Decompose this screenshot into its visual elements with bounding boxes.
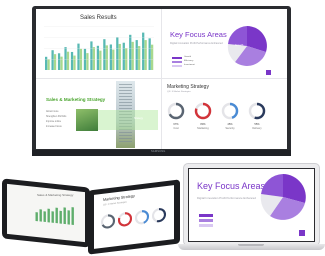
- legend-swatch: [172, 57, 182, 59]
- marketing-rings: [167, 102, 266, 120]
- tablet-bar: [55, 207, 58, 224]
- sales-bar: [148, 38, 151, 70]
- key-focus-subtitle: Digital Innovation Profit Performance En…: [170, 42, 223, 45]
- sales-bar: [45, 56, 48, 70]
- brand-logo: SAMSUNG: [151, 150, 166, 153]
- sales-marketing-title: Sales & Marketing Strategy: [46, 97, 106, 102]
- pie-slice: [261, 174, 283, 197]
- legend-swatch: [172, 65, 182, 67]
- key-focus-pie-chart: Growth: [227, 26, 267, 66]
- sales-bar: [99, 50, 102, 70]
- sales-bar: [86, 53, 89, 70]
- slide-badge: [299, 230, 305, 236]
- ring-value: 67%: [173, 123, 179, 126]
- key-focus-title: Key Focus Areas: [170, 30, 227, 39]
- sales-bar: [64, 47, 67, 70]
- ring-label: Delivery: [252, 127, 262, 130]
- legend-swatch: [172, 61, 182, 63]
- tablet-bar: [47, 208, 50, 223]
- tablet-bar: [51, 211, 54, 223]
- tablet-left-title: Sales & Marketing Strategy: [37, 193, 74, 197]
- sales-bar: [122, 42, 125, 70]
- sales-bar: [90, 41, 93, 70]
- sales-bar: [138, 46, 141, 70]
- tablet-bar: [39, 209, 42, 222]
- sales-bar-chart: [44, 26, 154, 70]
- tablet-bar: [67, 210, 70, 225]
- sales-bar: [47, 59, 50, 70]
- sales-bar: [79, 48, 83, 70]
- sales-results-title: Sales Results: [80, 15, 117, 21]
- legend-label: Efficiency: [184, 60, 194, 62]
- sales-bar: [105, 45, 108, 70]
- sales-bar: [66, 51, 70, 70]
- marketing-strategy-subtitle: Q3 / 4 Market Strategies: [167, 91, 191, 93]
- sales-bar: [60, 56, 63, 70]
- sales-bar: [73, 55, 76, 70]
- sales-bar: [53, 54, 57, 70]
- sales-bar: [70, 51, 74, 70]
- laptop-notch: [238, 244, 264, 246]
- ring-value: 45%: [227, 123, 233, 126]
- highlight-band: [98, 110, 158, 130]
- panel-divider: [161, 9, 162, 149]
- sales-bar: [77, 43, 80, 70]
- laptop-pie-chart: [260, 174, 306, 220]
- legend-swatch: [199, 219, 213, 222]
- ring-label: Cost: [173, 127, 179, 130]
- sales-bar: [116, 37, 119, 70]
- ring-label: Security: [225, 127, 235, 130]
- tablet-bar: [63, 207, 66, 225]
- ring-value: 55%: [254, 123, 260, 126]
- ring-value: 80%: [200, 123, 206, 126]
- marketing-strategy-title: Marketing Strategy: [167, 84, 209, 90]
- pie-slice: [228, 26, 247, 46]
- bullet-item: Attract more: [46, 111, 59, 113]
- sales-bar: [135, 40, 138, 70]
- sales-bar: [142, 32, 145, 70]
- bullet-item: Strengthen Portfolio: [46, 116, 67, 118]
- laptop-key-focus-subtitle: Digital Innovation Profit Performance En…: [197, 196, 256, 200]
- sales-bar: [144, 40, 147, 70]
- legend-label: Investment: [184, 64, 195, 66]
- tablet-bar: [59, 210, 62, 224]
- tablet-bar: [71, 207, 74, 225]
- legend-label: Growth: [184, 56, 192, 58]
- sales-bar: [129, 34, 132, 70]
- bullet-item: Increase Focus: [46, 126, 62, 128]
- sales-bar: [103, 39, 106, 70]
- legend-swatch: [199, 224, 213, 227]
- legend-swatch: [199, 214, 213, 217]
- slide-badge: [266, 70, 271, 75]
- sales-bar: [118, 43, 121, 70]
- sales-bar: [51, 50, 54, 70]
- tablet-bar: [43, 211, 46, 223]
- landscape-photo: [76, 109, 98, 131]
- pie-label: Growth: [235, 43, 244, 47]
- sales-bar: [109, 44, 112, 70]
- panel-divider: [36, 78, 287, 79]
- tablet-left-bar-chart: [35, 207, 74, 225]
- bullet-item: Improve online: [46, 121, 62, 123]
- sales-bar: [92, 47, 96, 70]
- sales-bar: [112, 49, 115, 70]
- ring-label: Marketing: [197, 127, 209, 130]
- laptop-key-focus-title: Key Focus Areas: [197, 181, 266, 191]
- highlight-text: Strategy: [134, 117, 143, 120]
- sales-bar: [131, 41, 134, 70]
- sales-bar: [96, 45, 100, 70]
- sales-bar: [57, 53, 61, 70]
- sales-bar: [150, 44, 154, 70]
- sales-bar: [83, 48, 87, 70]
- tablet-bar: [35, 212, 38, 222]
